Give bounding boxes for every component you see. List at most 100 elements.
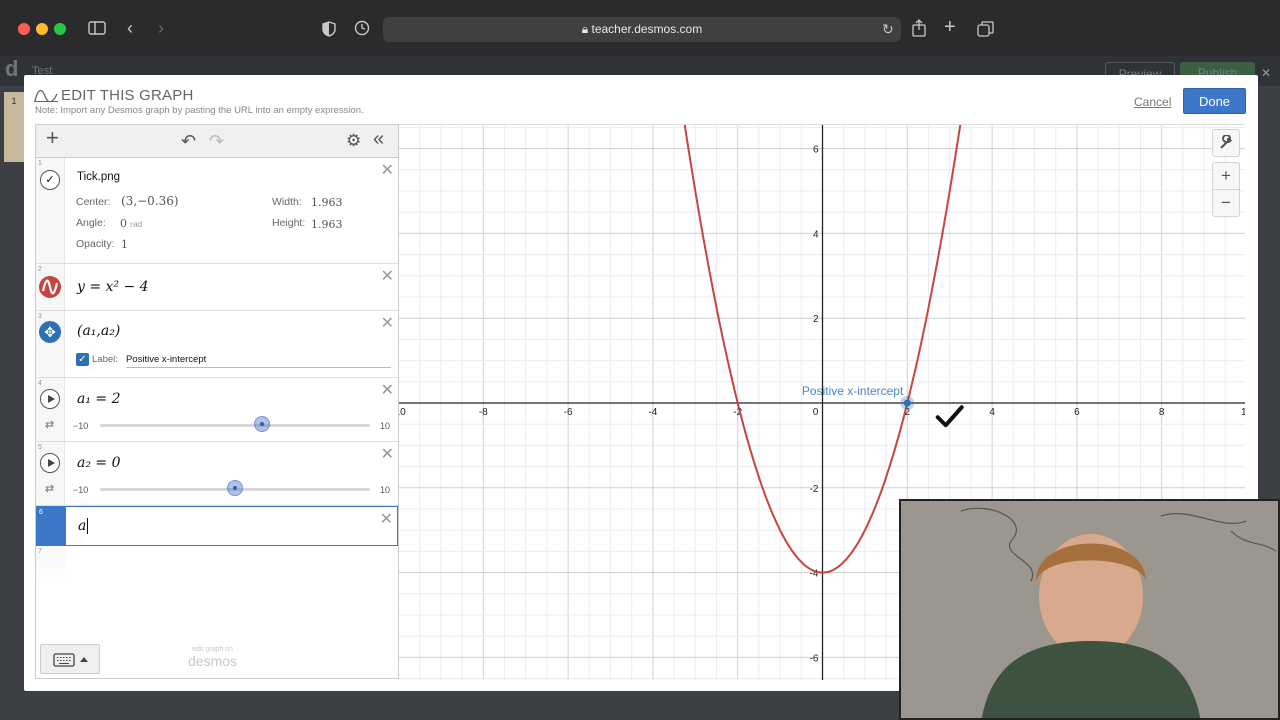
url-text: teacher.desmos.com [591, 22, 703, 36]
cancel-button[interactable]: Cancel [1134, 95, 1171, 109]
expression-gutter: 2 [36, 264, 65, 310]
shield-icon[interactable] [322, 21, 336, 41]
width-value[interactable]: 1.963 [311, 196, 343, 209]
maximize-window-button[interactable] [54, 23, 66, 35]
width-label: Width: [272, 196, 302, 208]
slider-thumb[interactable] [227, 480, 243, 496]
expression-slider-a2[interactable]: 5 ⇄ a₂ = 0 −10 10 ✕ [36, 442, 398, 506]
webcam-overlay [899, 499, 1280, 720]
undo-icon[interactable]: ↶ [181, 131, 196, 151]
delete-expression-icon[interactable]: ✕ [381, 269, 394, 285]
center-value[interactable]: (3,−0.36) [121, 194, 179, 208]
desmos-logo: d [5, 56, 19, 81]
expression-empty[interactable]: 7 [36, 546, 398, 586]
y-tick-label: -6 [810, 653, 819, 664]
history-icon[interactable] [354, 20, 370, 40]
new-tab-icon[interactable]: + [944, 17, 956, 37]
expression-number: 7 [38, 548, 42, 555]
x-tick-label: 4 [989, 407, 995, 418]
image-toggle-icon[interactable]: ✓ [40, 170, 60, 190]
angle-value[interactable]: 0 [120, 217, 127, 230]
center-label: Center: [76, 196, 111, 208]
loop-icon[interactable]: ⇄ [45, 418, 54, 431]
delete-expression-icon[interactable]: ✕ [380, 512, 393, 528]
label-checkbox[interactable]: ✓ [76, 353, 89, 366]
sidebar-icon[interactable] [88, 21, 106, 39]
desmos-wordmark: desmos [188, 653, 238, 669]
zoom-out-button[interactable]: − [1212, 189, 1240, 217]
height-value[interactable]: 1.963 [311, 218, 343, 231]
delete-expression-icon[interactable]: ✕ [381, 447, 394, 463]
back-icon[interactable]: ‹ [127, 19, 133, 37]
close-window-button[interactable] [18, 23, 30, 35]
tabs-overview-icon[interactable] [977, 21, 994, 41]
point-expression[interactable]: (a₁,a₂) [77, 323, 120, 339]
expression-number: 3 [38, 313, 42, 320]
delete-expression-icon[interactable]: ✕ [381, 316, 394, 332]
label-text-input[interactable]: Positive x-intercept [126, 354, 391, 368]
x-tick-label: -8 [479, 407, 488, 418]
play-icon[interactable] [40, 453, 60, 473]
settings-gear-icon[interactable]: ⚙ [346, 131, 361, 151]
expression-number: 4 [38, 380, 42, 387]
intercept-point [903, 399, 911, 407]
expression-parabola[interactable]: 2 y = x² − 4 ✕ [36, 264, 398, 311]
collapse-list-icon[interactable]: « [373, 129, 384, 149]
slider-max[interactable]: 10 [380, 421, 390, 431]
lock-icon: 🔒︎ [581, 22, 592, 36]
x-tick-label: 0 [813, 407, 819, 418]
expression-image[interactable]: 1 ✓ Tick.png Center: (3,−0.36) Width: 1.… [36, 158, 398, 264]
expression-number: 6 [39, 509, 43, 516]
slider-track[interactable] [100, 424, 370, 427]
expression-number: 1 [38, 160, 42, 167]
done-button[interactable]: Done [1183, 88, 1246, 114]
curve-color-icon[interactable] [39, 276, 61, 298]
height-label: Height: [272, 217, 306, 229]
redo-icon[interactable]: ↷ [209, 131, 224, 151]
url-bar[interactable]: 🔒︎ teacher.desmos.com [383, 17, 901, 42]
y-tick-label: 6 [813, 145, 819, 156]
y-tick-label: 4 [813, 229, 819, 240]
close-icon[interactable]: ✕ [1258, 62, 1274, 84]
expression-gutter: 5 ⇄ [36, 442, 65, 505]
add-expression-icon[interactable]: + [46, 127, 59, 149]
browser-toolbar: ‹ › 🔒︎ teacher.desmos.com ↻ + [0, 0, 1280, 56]
slider-min[interactable]: −10 [73, 421, 88, 431]
modal-title: EDIT THIS GRAPH [61, 87, 194, 104]
zoom-in-button[interactable]: + [1212, 162, 1240, 190]
minimize-window-button[interactable] [36, 23, 48, 35]
keyboard-toggle-button[interactable] [40, 644, 100, 674]
graph-icon [34, 90, 58, 102]
y-tick-label: -2 [810, 484, 819, 495]
x-tick-label: -10 [399, 407, 406, 418]
delete-expression-icon[interactable]: ✕ [381, 163, 394, 179]
opacity-value[interactable]: 1 [121, 238, 128, 251]
slider-thumb[interactable] [254, 416, 270, 432]
slider-a1-expression[interactable]: a₁ = 2 [77, 391, 121, 407]
loop-icon[interactable]: ⇄ [45, 482, 54, 495]
expression-number: 5 [38, 444, 42, 451]
expression-active[interactable]: 6 a ✕ [36, 506, 398, 546]
graph-settings-button[interactable] [1212, 129, 1240, 157]
share-icon[interactable] [912, 19, 926, 41]
forward-icon[interactable]: › [158, 19, 164, 37]
parabola-expression[interactable]: y = x² − 4 [77, 279, 149, 295]
edit-on-desmos-link[interactable]: edit graph on desmos [188, 646, 237, 668]
play-icon[interactable] [40, 389, 60, 409]
reload-icon[interactable]: ↻ [882, 21, 894, 37]
expression-point[interactable]: 3 ✥ (a₁,a₂) ✓ Label: Positive x-intercep… [36, 311, 398, 378]
keyboard-icon [53, 653, 88, 667]
point-label: Positive x-intercept [802, 384, 904, 398]
modal-note: Note: Import any Desmos graph by pasting… [35, 105, 364, 116]
delete-expression-icon[interactable]: ✕ [381, 383, 394, 399]
expression-slider-a1[interactable]: 4 ⇄ a₁ = 2 −10 10 ✕ [36, 378, 398, 442]
slider-a2-expression[interactable]: a₂ = 0 [77, 455, 121, 471]
slider-min[interactable]: −10 [73, 485, 88, 495]
move-point-icon[interactable]: ✥ [39, 321, 61, 343]
label-caption: Label: [92, 354, 118, 365]
wrench-icon [1220, 134, 1233, 149]
image-name: Tick.png [77, 171, 121, 183]
active-expression-input[interactable]: a [78, 518, 89, 534]
slider-max[interactable]: 10 [380, 485, 390, 495]
expression-gutter: 3 ✥ [36, 311, 65, 377]
